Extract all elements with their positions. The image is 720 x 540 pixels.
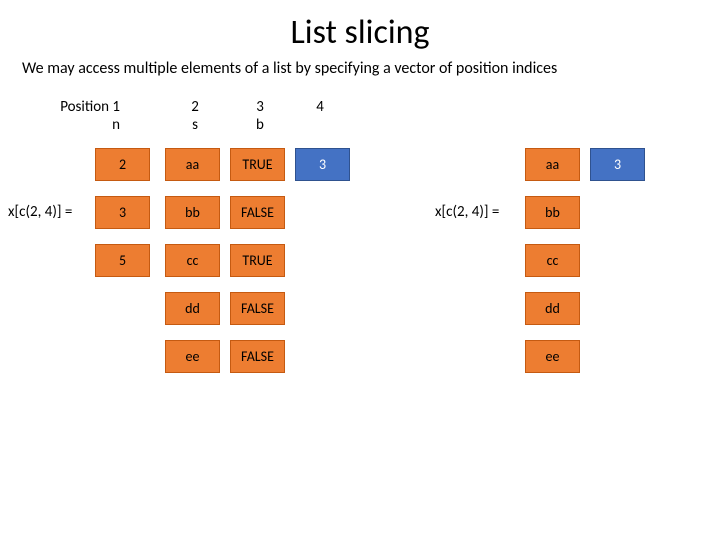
col-b-cell: TRUE <box>230 148 285 181</box>
col-n-cell: 5 <box>95 244 150 277</box>
slide-subtitle: We may access multiple elements of a lis… <box>0 53 720 78</box>
col-s-cell: ee <box>165 340 220 373</box>
right-col-cell: bb <box>525 196 580 229</box>
right-expression: x[c(2, 4)] = <box>435 203 499 221</box>
header-name-b: b <box>230 116 290 134</box>
diagram-stage: Position 1 2 3 4 n s b x[c(2, 4)] = 2 3 … <box>0 78 720 498</box>
col-b-cell: TRUE <box>230 244 285 277</box>
header-position-4: 4 <box>290 98 350 116</box>
header-position-3: 3 <box>230 98 290 116</box>
col-s-cell: dd <box>165 292 220 325</box>
right-col-cell: dd <box>525 292 580 325</box>
right-col-cell: ee <box>525 340 580 373</box>
col-s-cell: aa <box>165 148 220 181</box>
right-col-cell: aa <box>525 148 580 181</box>
col-n-cell: 2 <box>95 148 150 181</box>
col-b-cell: FALSE <box>230 340 285 373</box>
highlight-cell-right: 3 <box>590 148 645 181</box>
col-n-cell: 3 <box>95 196 150 229</box>
header-position-1: Position 1 <box>40 98 120 116</box>
col-b-cell: FALSE <box>230 196 285 229</box>
col-b-cell: FALSE <box>230 292 285 325</box>
slide-title: List slicing <box>0 0 720 53</box>
highlight-cell-left: 3 <box>295 148 350 181</box>
header-position-2: 2 <box>165 98 225 116</box>
header-name-n: n <box>60 116 120 134</box>
left-expression: x[c(2, 4)] = <box>8 203 72 221</box>
right-col-cell: cc <box>525 244 580 277</box>
col-s-cell: cc <box>165 244 220 277</box>
col-s-cell: bb <box>165 196 220 229</box>
header-name-s: s <box>165 116 225 134</box>
